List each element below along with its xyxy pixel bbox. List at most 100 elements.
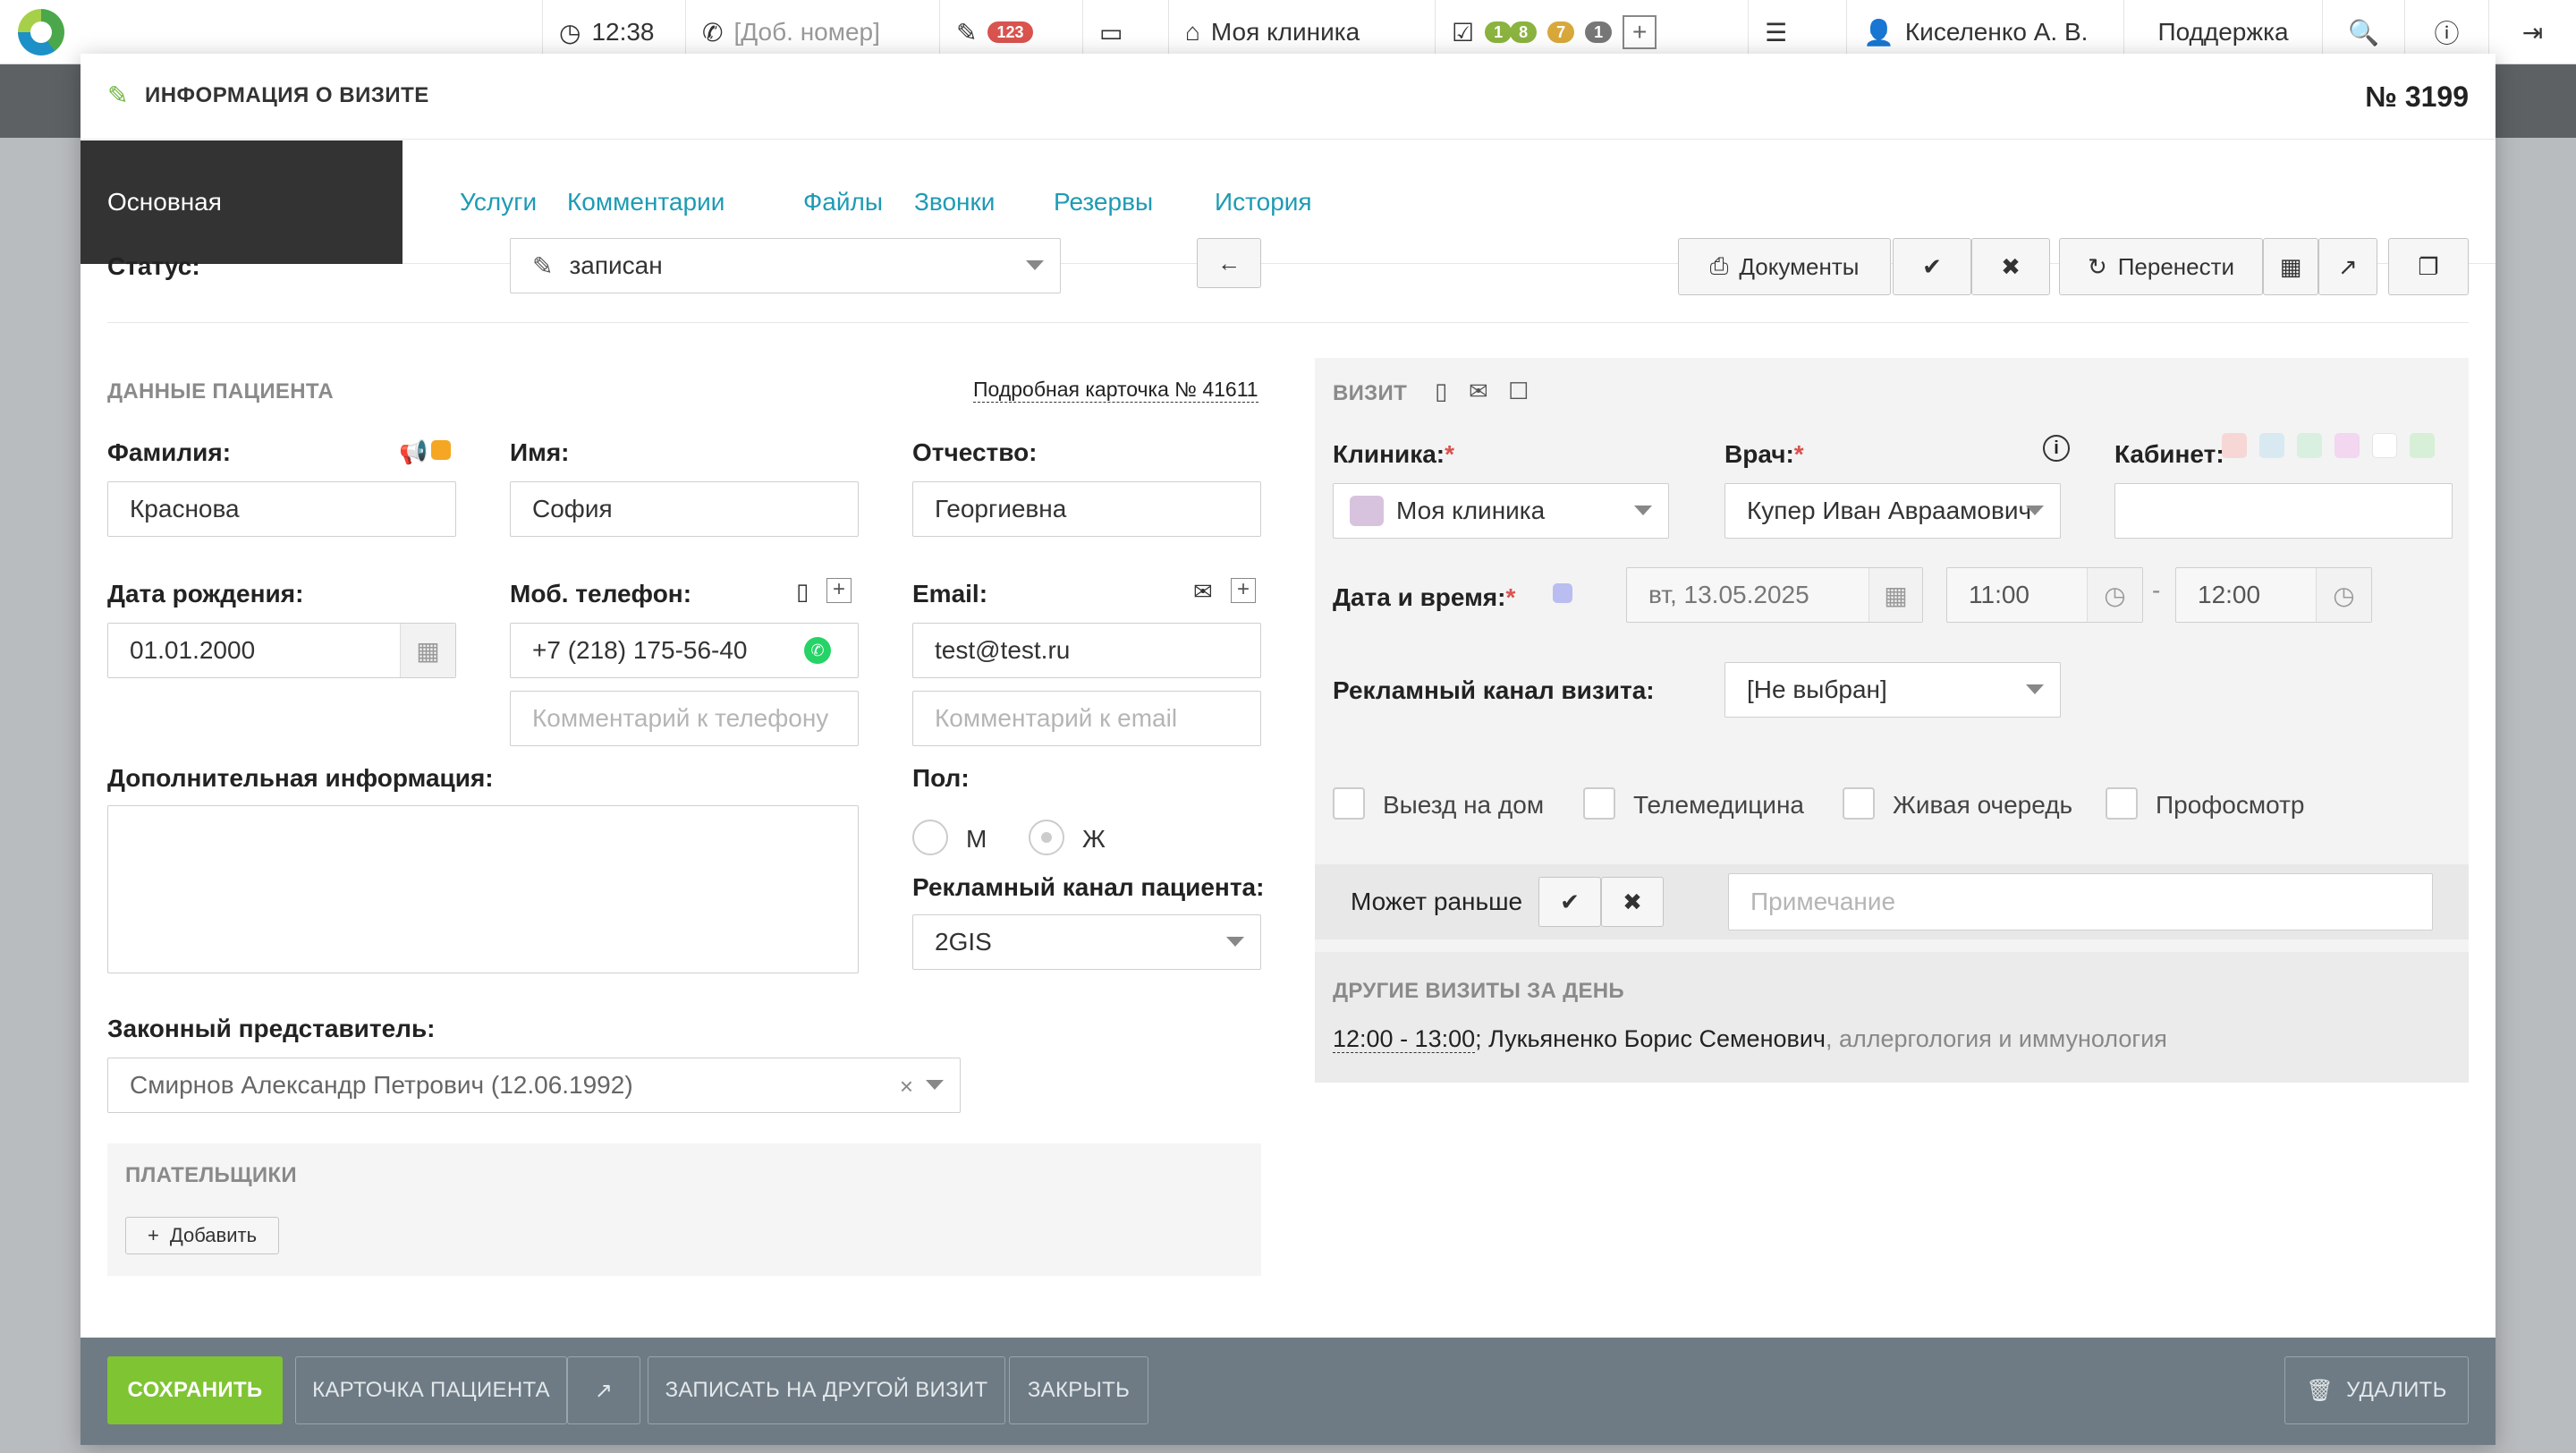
color-swatch[interactable]: [2259, 433, 2284, 458]
earlier-no-button[interactable]: ✖: [1601, 877, 1664, 927]
help-icon: ⓘ: [2434, 20, 2460, 47]
color-swatch[interactable]: [2372, 433, 2397, 458]
redo-icon: ↻: [2087, 252, 2107, 280]
earlier-label: Может раньше: [1351, 888, 1523, 915]
add-email-icon[interactable]: +: [1231, 578, 1256, 603]
close-button[interactable]: ЗАКРЫТЬ: [1009, 1356, 1148, 1424]
grid-button[interactable]: ▦: [2263, 238, 2318, 295]
time-to-field[interactable]: 12:00 ◷: [2175, 567, 2372, 623]
clear-icon[interactable]: ×: [900, 1073, 913, 1100]
modal-title: ✎ ИНФОРМАЦИЯ О ВИЗИТЕ: [107, 81, 429, 109]
gender-label: Пол:: [912, 764, 970, 792]
guardian-select[interactable]: Смирнов Александр Петрович (12.06.1992) …: [107, 1058, 961, 1113]
envelope-icon[interactable]: ✉: [1469, 378, 1488, 405]
color-swatch[interactable]: [2222, 433, 2247, 458]
calendar-icon[interactable]: ▦: [1868, 568, 1922, 622]
add-task-icon[interactable]: +: [1623, 15, 1657, 49]
color-swatch[interactable]: [2334, 433, 2360, 458]
note-field[interactable]: Примечание: [1728, 873, 2433, 930]
birth-date-field[interactable]: 01.01.2000 ▦: [107, 623, 456, 678]
cancel-visit-button[interactable]: ✖: [1971, 238, 2050, 295]
app-logo[interactable]: [18, 9, 64, 55]
extra-info-textarea[interactable]: [107, 805, 859, 973]
add-phone-icon[interactable]: +: [826, 578, 852, 603]
sms-icon[interactable]: ▯: [1435, 378, 1447, 405]
documents-button[interactable]: ⎙ Документы: [1678, 238, 1891, 295]
phone-field[interactable]: +7 (218) 175-56-40 ✆: [510, 623, 859, 678]
email-label: Email:: [912, 580, 988, 608]
clock-icon[interactable]: ◷: [2316, 568, 2371, 622]
visit-clinic-select[interactable]: Моя клиника: [1333, 483, 1669, 539]
phone-icon: ✆: [702, 18, 724, 47]
status-label: Статус:: [107, 252, 200, 280]
book-other-button[interactable]: ЗАПИСАТЬ НА ДРУГОЙ ВИЗИТ: [648, 1356, 1005, 1424]
gender-m-label: М: [966, 825, 987, 853]
count-badge: 1: [1485, 21, 1513, 43]
visit-modal: ✎ ИНФОРМАЦИЯ О ВИЗИТЕ № 3199 Основная ин…: [80, 54, 2496, 1445]
megaphone-icon[interactable]: 📢: [399, 438, 428, 466]
email-field[interactable]: test@test.ru: [912, 623, 1261, 678]
email-comment-field[interactable]: Комментарий к email: [912, 691, 1261, 746]
open-external-button[interactable]: ↗: [2318, 238, 2377, 295]
doctor-label: Врач:*: [1724, 440, 1804, 468]
patient-channel-select[interactable]: 2GIS: [912, 914, 1261, 970]
delete-button[interactable]: 🗑 УДАЛИТЬ: [2284, 1356, 2469, 1424]
visit-channel-select[interactable]: [Не выбран]: [1724, 662, 2061, 718]
chevron-down-icon: [1226, 937, 1244, 947]
doctor-select[interactable]: Купер Иван Авраамович: [1724, 483, 2061, 539]
confirm-button[interactable]: ✔: [1893, 238, 1971, 295]
chevron-down-icon: [1026, 260, 1044, 270]
chat-icon[interactable]: ☐: [1508, 378, 1529, 405]
patronymic-field[interactable]: Георгиевна: [912, 481, 1261, 537]
close-icon: ✖: [1623, 888, 1642, 915]
patient-card-button[interactable]: КАРТОЧКА ПАЦИЕНТА: [295, 1356, 567, 1424]
add-payer-button[interactable]: + Добавить: [125, 1217, 279, 1254]
other-visit-item[interactable]: 12:00 - 13:00; Лукьяненко Борис Семенови…: [1333, 1025, 2167, 1053]
mobile-icon: ▯: [796, 578, 809, 605]
home-visit-checkbox[interactable]: [1333, 787, 1365, 820]
patient-card-open-button[interactable]: ↗: [567, 1356, 640, 1424]
copy-button[interactable]: ❐: [2388, 238, 2469, 295]
firstname-label: Имя:: [510, 438, 570, 466]
birth-label: Дата рождения:: [107, 580, 304, 608]
back-button[interactable]: ←: [1197, 238, 1261, 288]
telemedicine-checkbox[interactable]: [1583, 787, 1615, 820]
envelope-icon: ✉: [1193, 578, 1213, 605]
save-button[interactable]: СОХРАНИТЬ: [107, 1356, 283, 1424]
color-swatch[interactable]: [2297, 433, 2322, 458]
close-icon: ✖: [2001, 252, 2021, 280]
gender-f-radio[interactable]: [1029, 820, 1064, 855]
count-badge: 1: [1585, 21, 1613, 43]
lastname-field[interactable]: Краснова: [107, 481, 456, 537]
color-flag-icon[interactable]: [431, 440, 451, 460]
time-from-field[interactable]: 11:00 ◷: [1946, 567, 2143, 623]
calendar-icon[interactable]: ▦: [400, 624, 455, 677]
lastname-label: Фамилия:: [107, 438, 232, 466]
phone-comment-field[interactable]: Комментарий к телефону: [510, 691, 859, 746]
count-badge: 8: [1510, 21, 1538, 43]
logout-button[interactable]: ⇥: [2488, 0, 2576, 64]
date-color-icon[interactable]: [1553, 583, 1572, 603]
clock-icon[interactable]: ◷: [2087, 568, 2142, 622]
gender-m-radio[interactable]: [912, 820, 948, 855]
tab-main-info[interactable]: Основная информация: [80, 140, 402, 339]
whatsapp-icon[interactable]: ✆: [804, 637, 831, 664]
move-button[interactable]: ↻ Перенести: [2059, 238, 2263, 295]
count-badge: 7: [1547, 21, 1575, 43]
status-select[interactable]: ✎ записан: [510, 238, 1061, 293]
firstname-field[interactable]: София: [510, 481, 859, 537]
color-swatch[interactable]: [2410, 433, 2435, 458]
checkbox-icon: ☑: [1452, 18, 1475, 47]
patient-card-link[interactable]: Подробная карточка № 41611: [973, 378, 1258, 403]
edit-icon: ✎: [107, 81, 129, 109]
other-visits-title: ДРУГИЕ ВИЗИТЫ ЗА ДЕНЬ: [1333, 979, 1624, 1003]
visit-section-title: ВИЗИТ: [1333, 381, 1408, 405]
cabinet-field[interactable]: [2114, 483, 2453, 539]
visit-date-field[interactable]: вт, 13.05.2025 ▦: [1626, 567, 1923, 623]
earlier-yes-button[interactable]: ✔: [1538, 877, 1601, 927]
live-queue-checkbox[interactable]: [1843, 787, 1875, 820]
clock-icon: ◷: [559, 18, 581, 47]
time-separator: -: [2152, 576, 2161, 604]
checkup-checkbox[interactable]: [2106, 787, 2138, 820]
info-icon[interactable]: i: [2043, 435, 2070, 462]
